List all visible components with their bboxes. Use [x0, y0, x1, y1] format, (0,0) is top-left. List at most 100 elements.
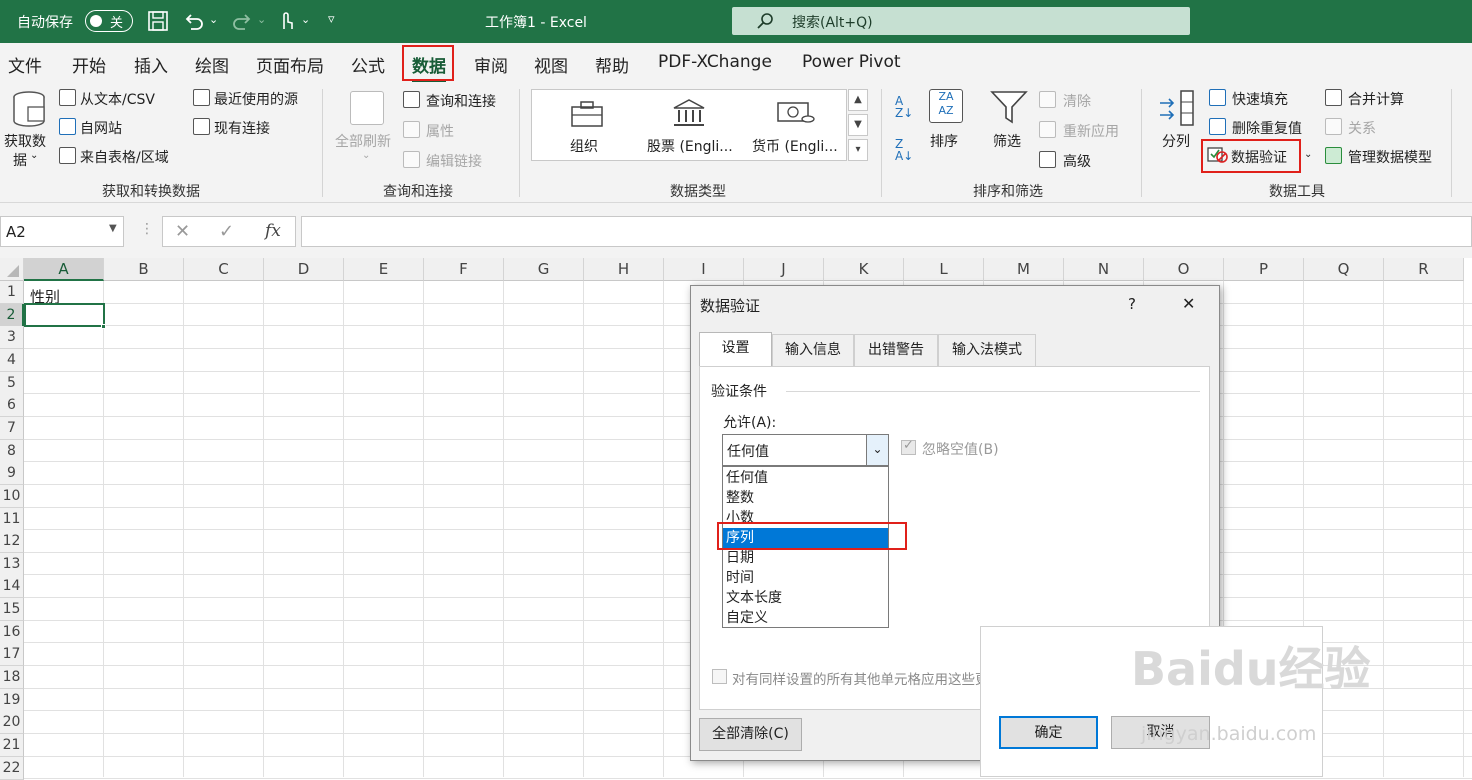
data-type-organization[interactable]: 组织: [570, 136, 598, 156]
tab-formulas[interactable]: 公式: [351, 52, 385, 77]
recent-sources-button[interactable]: 最近使用的源: [214, 89, 298, 109]
tab-page-layout[interactable]: 页面布局: [256, 52, 324, 77]
tab-insert[interactable]: 插入: [134, 52, 168, 77]
save-icon[interactable]: [147, 10, 169, 32]
insert-function-icon[interactable]: fx: [265, 221, 281, 241]
row-header-16[interactable]: 16: [0, 620, 24, 644]
properties-button[interactable]: 属性: [426, 121, 454, 141]
advanced-button[interactable]: 高级: [1063, 151, 1091, 171]
column-header-n[interactable]: N: [1064, 258, 1144, 281]
row-header-13[interactable]: 13: [0, 552, 24, 576]
filter-button[interactable]: 筛选: [993, 131, 1021, 151]
existing-connections-button[interactable]: 现有连接: [214, 118, 270, 138]
fill-handle[interactable]: [101, 324, 106, 329]
data-type-currency[interactable]: 货币 (Engli...: [752, 136, 838, 156]
sort-desc-icon[interactable]: Z A↓: [895, 138, 913, 162]
formula-bar-grip-icon[interactable]: ⋮: [140, 221, 154, 237]
tab-ime-mode[interactable]: 输入法模式: [938, 334, 1036, 366]
option-any-value[interactable]: 任何值: [723, 468, 888, 488]
tab-file[interactable]: 文件: [8, 52, 42, 77]
column-header-j[interactable]: J: [744, 258, 824, 281]
row-header-22[interactable]: 22: [0, 756, 24, 780]
row-header-3[interactable]: 3: [0, 326, 24, 350]
close-icon[interactable]: ✕: [1182, 294, 1195, 313]
row-header-21[interactable]: 21: [0, 734, 24, 757]
row-header-12[interactable]: 12: [0, 530, 24, 554]
queries-connections-button[interactable]: 查询和连接: [426, 91, 496, 111]
help-icon[interactable]: ?: [1128, 295, 1136, 313]
sort-button[interactable]: 排序: [930, 131, 958, 151]
column-header-d[interactable]: D: [264, 258, 344, 281]
refresh-dropdown-icon[interactable]: ⌄: [362, 150, 370, 161]
relationships-button[interactable]: 关系: [1348, 118, 1376, 138]
option-custom[interactable]: 自定义: [723, 608, 888, 628]
column-header-a[interactable]: A: [24, 258, 104, 281]
remove-duplicates-button[interactable]: 删除重复值: [1232, 118, 1302, 138]
apply-all-checkbox[interactable]: [712, 669, 727, 684]
row-header-4[interactable]: 4: [0, 348, 24, 372]
get-data-button-line2[interactable]: 据: [13, 150, 27, 170]
option-whole-number[interactable]: 整数: [723, 488, 888, 508]
column-header-m[interactable]: M: [984, 258, 1064, 281]
row-header-6[interactable]: 6: [0, 394, 24, 418]
refresh-all-button[interactable]: 全部刷新: [335, 131, 391, 151]
row-header-9[interactable]: 9: [0, 462, 24, 486]
tab-input-message[interactable]: 输入信息: [772, 334, 854, 366]
tab-error-alert[interactable]: 出错警告: [854, 334, 938, 366]
touch-dropdown-icon[interactable]: ⌄: [301, 13, 310, 26]
from-text-csv-button[interactable]: 从文本/CSV: [80, 89, 155, 109]
confirm-entry-icon[interactable]: ✓: [219, 221, 234, 242]
row-header-2[interactable]: 2: [0, 303, 24, 327]
column-header-f[interactable]: F: [424, 258, 504, 281]
row-header-10[interactable]: 10: [0, 484, 24, 508]
row-header-20[interactable]: 20: [0, 711, 24, 735]
option-text-length[interactable]: 文本长度: [723, 588, 888, 608]
gallery-more[interactable]: ▾: [848, 139, 868, 161]
row-header-19[interactable]: 19: [0, 688, 24, 712]
tab-review[interactable]: 审阅: [474, 52, 508, 77]
row-header-18[interactable]: 18: [0, 666, 24, 690]
clear-all-button[interactable]: 全部清除(C): [699, 718, 802, 751]
column-header-c[interactable]: C: [184, 258, 264, 281]
formula-input[interactable]: [301, 216, 1472, 247]
tab-view[interactable]: 视图: [534, 52, 568, 77]
row-header-14[interactable]: 14: [0, 575, 24, 599]
row-header-1[interactable]: 1: [0, 281, 24, 304]
from-web-button[interactable]: 自网站: [80, 118, 122, 138]
data-validation-dropdown-icon[interactable]: ⌄: [1304, 149, 1312, 160]
flash-fill-button[interactable]: 快速填充: [1232, 89, 1288, 109]
ok-button[interactable]: 确定: [999, 716, 1098, 749]
autosave-toggle[interactable]: 关: [85, 10, 133, 32]
touch-mode-icon[interactable]: [275, 9, 297, 33]
tab-pdf-xchange[interactable]: PDF-XChange: [658, 52, 772, 72]
row-header-5[interactable]: 5: [0, 371, 24, 395]
column-header-o[interactable]: O: [1144, 258, 1224, 281]
get-data-dropdown-icon[interactable]: ⌄: [30, 150, 38, 161]
gallery-scroll-down[interactable]: ▼: [848, 114, 868, 136]
data-type-stocks[interactable]: 股票 (Engli...: [647, 136, 733, 156]
sort-asc-icon[interactable]: A Z↓: [895, 95, 913, 119]
tab-draw[interactable]: 绘图: [195, 52, 229, 77]
row-header-17[interactable]: 17: [0, 643, 24, 667]
consolidate-button[interactable]: 合并计算: [1348, 89, 1404, 109]
text-to-columns-button[interactable]: 分列: [1162, 131, 1190, 151]
combobox-dropdown-icon[interactable]: ⌄: [866, 435, 888, 465]
cancel-entry-icon[interactable]: ✕: [175, 221, 190, 242]
gallery-scroll-up[interactable]: ▲: [848, 89, 868, 111]
row-header-8[interactable]: 8: [0, 439, 24, 463]
column-header-q[interactable]: Q: [1304, 258, 1384, 281]
edit-links-button[interactable]: 编辑链接: [426, 151, 482, 171]
column-header-l[interactable]: L: [904, 258, 984, 281]
row-header-11[interactable]: 11: [0, 507, 24, 531]
undo-icon[interactable]: [183, 10, 205, 32]
column-header-r[interactable]: R: [1384, 258, 1464, 281]
manage-data-model-button[interactable]: 管理数据模型: [1348, 147, 1432, 167]
column-header-g[interactable]: G: [504, 258, 584, 281]
column-header-i[interactable]: I: [664, 258, 744, 281]
column-header-h[interactable]: H: [584, 258, 664, 281]
from-table-range-button[interactable]: 来自表格/区域: [80, 147, 169, 167]
tab-help[interactable]: 帮助: [595, 52, 629, 77]
column-header-k[interactable]: K: [824, 258, 904, 281]
undo-dropdown-icon[interactable]: ⌄: [209, 13, 218, 26]
clear-button[interactable]: 清除: [1063, 91, 1091, 111]
